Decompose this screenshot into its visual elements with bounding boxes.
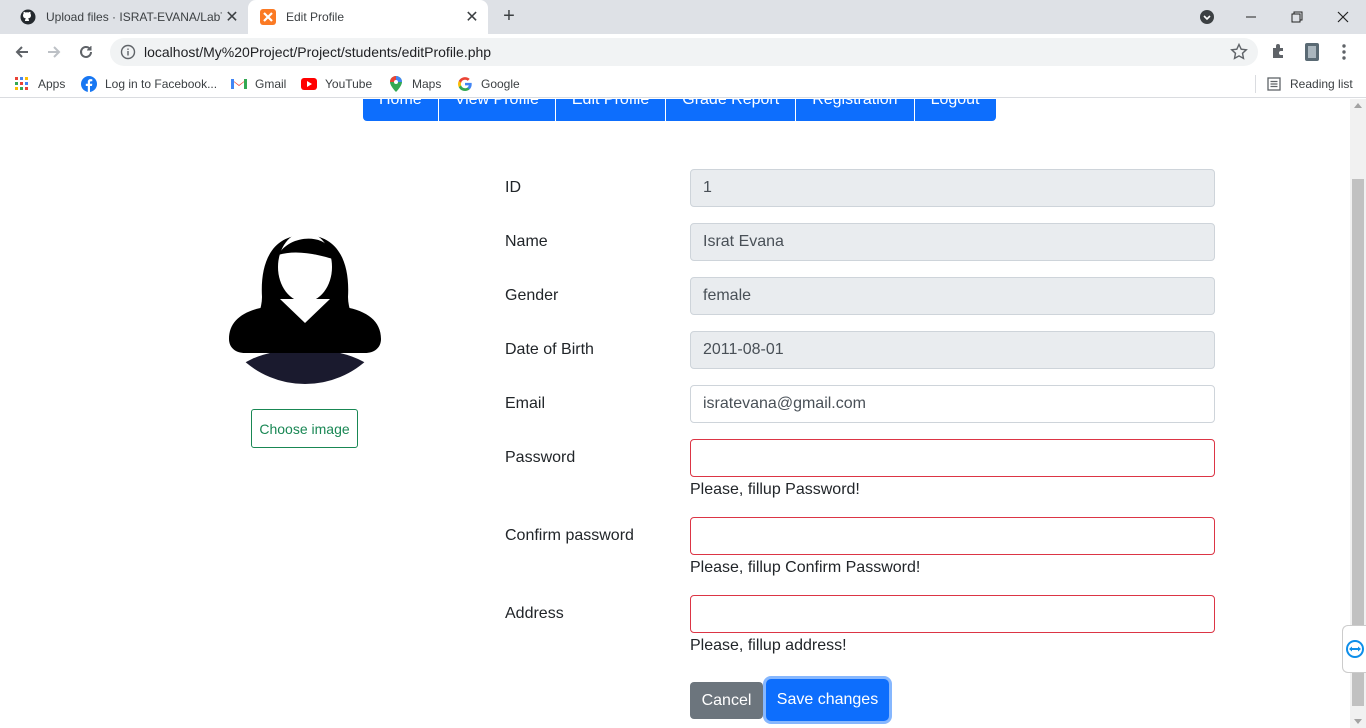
nav-registration[interactable]: Registration — [796, 99, 915, 121]
tab-upload-files[interactable]: Upload files · ISRAT-EVANA/LabT ✕ — [8, 0, 248, 34]
scroll-up-arrow-icon[interactable] — [1354, 103, 1362, 108]
nav-edit-profile[interactable]: Edit Profile — [556, 99, 667, 121]
gender-field[interactable]: female — [690, 277, 1215, 315]
bookmark-star-icon[interactable] — [1230, 42, 1248, 66]
bookmark-facebook[interactable]: Log in to Facebook... — [81, 76, 217, 92]
bookmark-apps[interactable]: Apps — [14, 76, 65, 92]
dob-label: Date of Birth — [505, 341, 594, 358]
address-label: Address — [505, 605, 564, 622]
bookmark-label: Maps — [412, 77, 442, 91]
name-label: Name — [505, 233, 548, 250]
browser-toolbar: localhost/My%20Project/Project/students/… — [0, 34, 1366, 70]
close-tab-icon[interactable]: ✕ — [222, 7, 242, 27]
tab-search-icon[interactable] — [1184, 0, 1230, 34]
bookmark-label: Gmail — [255, 77, 287, 91]
page-content: Home View Profile Edit Profile Grade Rep… — [0, 99, 1350, 728]
tab-edit-profile[interactable]: Edit Profile ✕ — [248, 0, 488, 34]
xampp-icon — [260, 9, 276, 25]
bookmark-label: Google — [481, 77, 520, 91]
scroll-down-arrow-icon[interactable] — [1354, 719, 1362, 724]
back-icon[interactable] — [10, 40, 34, 64]
reading-list-label: Reading list — [1290, 77, 1353, 91]
choose-image-button[interactable]: Choose image — [251, 409, 358, 448]
profile-avatar — [222, 197, 387, 387]
reading-list[interactable]: Reading list — [1266, 76, 1353, 92]
dob-field[interactable]: 2011-08-01 — [690, 331, 1215, 369]
reading-list-icon — [1266, 76, 1282, 92]
apps-grid-icon — [14, 76, 30, 92]
teamviewer-icon[interactable] — [1342, 625, 1366, 673]
new-tab-button[interactable]: + — [498, 6, 520, 28]
close-window-icon[interactable] — [1320, 0, 1366, 34]
facebook-icon — [81, 76, 97, 92]
bookmark-google[interactable]: Google — [457, 76, 520, 92]
minimize-icon[interactable] — [1228, 0, 1274, 34]
address-bar[interactable]: localhost/My%20Project/Project/students/… — [110, 38, 1258, 66]
cancel-button[interactable]: Cancel — [690, 682, 763, 719]
confirm-password-label: Confirm password — [505, 527, 634, 544]
youtube-icon — [301, 76, 317, 92]
maps-icon — [388, 76, 404, 92]
tab-strip: Upload files · ISRAT-EVANA/LabT ✕ Edit P… — [0, 0, 1366, 34]
restore-icon[interactable] — [1274, 0, 1320, 34]
id-field[interactable]: 1 — [690, 169, 1215, 207]
email-field[interactable]: isratevana@gmail.com — [690, 385, 1215, 423]
bookmark-label: YouTube — [325, 77, 373, 91]
tab-title: Upload files · ISRAT-EVANA/LabT — [46, 10, 222, 24]
url-text: localhost/My%20Project/Project/students/… — [144, 44, 492, 60]
github-icon — [20, 9, 36, 25]
gmail-icon — [231, 76, 247, 92]
save-changes-button[interactable]: Save changes — [766, 679, 889, 721]
nav-grade-report[interactable]: Grade Report — [666, 99, 797, 121]
gender-label: Gender — [505, 287, 559, 304]
confirm-password-error: Please, fillup Confirm Password! — [690, 559, 921, 576]
nav-logout[interactable]: Logout — [915, 99, 996, 121]
bookmark-youtube[interactable]: YouTube — [301, 76, 372, 92]
password-field[interactable] — [690, 439, 1215, 477]
address-error: Please, fillup address! — [690, 637, 847, 654]
bookmark-label: Log in to Facebook... — [105, 77, 218, 91]
confirm-password-field[interactable] — [690, 517, 1215, 555]
id-label: ID — [505, 179, 521, 196]
profile-avatar-icon[interactable] — [1302, 42, 1322, 62]
bookmark-label: Apps — [38, 77, 66, 91]
extensions-icon[interactable] — [1270, 42, 1290, 62]
nav-view-profile[interactable]: View Profile — [439, 99, 556, 121]
close-tab-icon[interactable]: ✕ — [462, 7, 482, 27]
menu-dots-icon[interactable] — [1334, 42, 1354, 62]
password-label: Password — [505, 449, 576, 466]
nav-home[interactable]: Home — [363, 99, 439, 121]
password-error: Please, fillup Password! — [690, 481, 860, 498]
bookmark-maps[interactable]: Maps — [388, 76, 441, 92]
name-field[interactable]: Israt Evana — [690, 223, 1215, 261]
bookmark-gmail[interactable]: Gmail — [231, 76, 286, 92]
bookmarks-divider — [1255, 75, 1256, 93]
email-label: Email — [505, 395, 546, 412]
bookmarks-bar: Apps Log in to Facebook... Gmail YouTube… — [0, 70, 1366, 98]
google-icon — [457, 76, 473, 92]
info-icon[interactable] — [120, 44, 136, 60]
address-field[interactable] — [690, 595, 1215, 633]
forward-icon[interactable] — [42, 40, 66, 64]
tab-title: Edit Profile — [286, 10, 345, 24]
main-nav: Home View Profile Edit Profile Grade Rep… — [363, 99, 996, 121]
reload-icon[interactable] — [74, 40, 98, 64]
